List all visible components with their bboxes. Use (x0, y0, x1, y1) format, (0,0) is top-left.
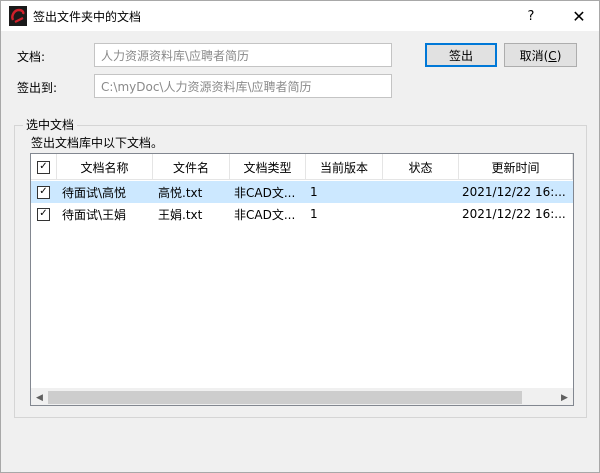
header-doc-type[interactable]: 文档类型 (230, 154, 306, 180)
horizontal-scrollbar[interactable]: ◀ ▶ (31, 388, 573, 405)
cell-version: 1 (310, 185, 318, 199)
cell-doc-type: 非CAD文... (234, 185, 296, 200)
cancel-button-label: 取消(C) (519, 48, 562, 63)
help-button[interactable]: ? (517, 1, 545, 31)
app-logo-icon (9, 6, 27, 26)
header-select-all[interactable]: ✓ (31, 154, 57, 180)
row-checkbox[interactable]: ✓ (34, 181, 57, 203)
cell-file-name: 高悦.txt (158, 185, 203, 200)
cell-doc-type: 非CAD文... (234, 207, 296, 222)
row-checkbox[interactable]: ✓ (34, 203, 57, 225)
title-bar: 签出文件夹中的文档 ? ✕ (1, 1, 599, 31)
checkout-button[interactable]: 签出 (425, 43, 497, 67)
window-title: 签出文件夹中的文档 (33, 10, 142, 24)
scroll-right-icon[interactable]: ▶ (556, 389, 573, 405)
checkout-button-label: 签出 (448, 48, 473, 63)
checkbox-checked-icon: ✓ (37, 160, 50, 174)
cancel-button[interactable]: 取消(C) (504, 43, 577, 67)
help-icon: ? (527, 8, 535, 24)
documents-table: ✓ 文档名称 文件名 文档类型 当前版本 状态 更新时间 ✓ 待面试\高悦 高悦… (30, 153, 574, 406)
cell-updated: 2021/12/22 16:... (462, 185, 566, 199)
doc-label: 文档: (17, 50, 46, 64)
header-doc-name[interactable]: 文档名称 (57, 154, 153, 180)
checkout-to-field[interactable]: C:\myDoc\人力资源资料库\应聘者简历 (94, 74, 392, 98)
scroll-thumb[interactable] (48, 391, 522, 404)
cell-version: 1 (310, 207, 318, 221)
header-status[interactable]: 状态 (383, 154, 459, 180)
header-updated[interactable]: 更新时间 (459, 154, 573, 180)
cell-updated: 2021/12/22 16:... (462, 207, 566, 221)
cell-doc-name: 待面试\高悦 (62, 185, 127, 200)
table-header: ✓ 文档名称 文件名 文档类型 当前版本 状态 更新时间 (31, 154, 573, 180)
checkout-to-label: 签出到: (17, 81, 58, 95)
doc-field[interactable]: 人力资源资料库\应聘者简历 (94, 43, 392, 67)
scroll-left-icon[interactable]: ◀ (31, 389, 48, 405)
checkbox-checked-icon: ✓ (37, 185, 50, 199)
table-row[interactable]: ✓ 待面试\王娟 王娟.txt 非CAD文... 1 2021/12/22 16… (31, 203, 573, 225)
table-row[interactable]: ✓ 待面试\高悦 高悦.txt 非CAD文... 1 2021/12/22 16… (31, 181, 573, 203)
header-version[interactable]: 当前版本 (306, 154, 383, 180)
header-file-name[interactable]: 文件名 (153, 154, 230, 180)
checkout-dialog: 签出文件夹中的文档 ? ✕ 文档: 人力资源资料库\应聘者简历 签出到: C:\… (0, 0, 600, 473)
close-button[interactable]: ✕ (559, 1, 599, 31)
cell-status (384, 181, 459, 203)
cell-doc-name: 待面试\王娟 (62, 207, 127, 222)
group-title: 选中文档 (23, 116, 78, 133)
checkbox-checked-icon: ✓ (37, 207, 50, 221)
cell-file-name: 王娟.txt (158, 207, 203, 222)
close-icon: ✕ (572, 6, 586, 26)
cell-status (384, 203, 459, 225)
group-description: 签出文档库中以下文档。 (31, 136, 164, 150)
